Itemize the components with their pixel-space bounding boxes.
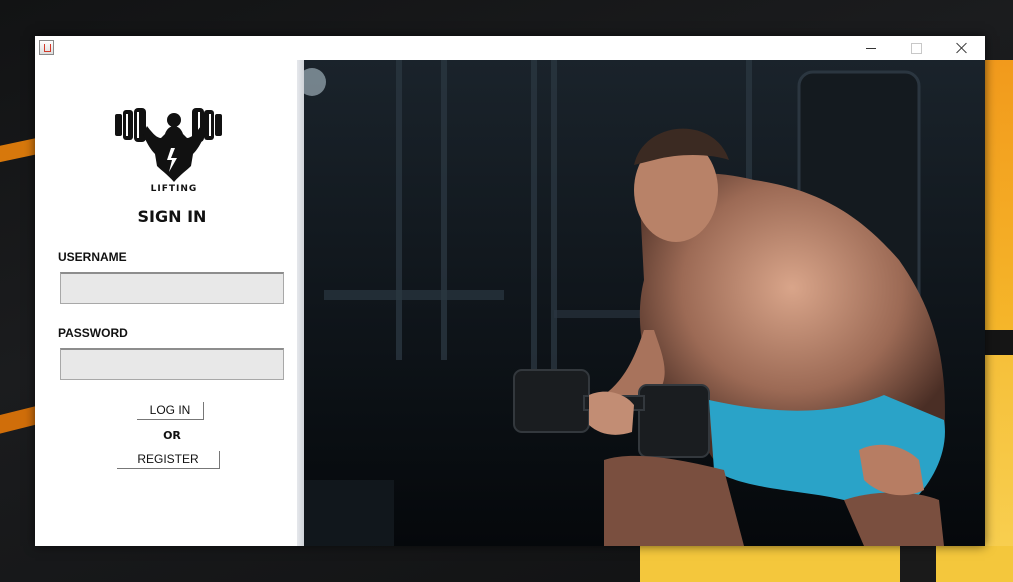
maximize-button[interactable] (893, 36, 939, 60)
logo-text: LIFTING (150, 184, 198, 194)
close-button[interactable] (939, 36, 985, 60)
desktop-stripe (640, 546, 1013, 582)
desktop-block (985, 330, 1013, 355)
password-label: PASSWORD (58, 326, 128, 340)
panel-divider (297, 60, 304, 546)
app-window: LIFTING SIGN IN USERNAME PASSWORD LOG IN… (35, 36, 985, 546)
gym-photo (304, 60, 985, 546)
minimize-button[interactable] (848, 36, 894, 60)
desktop-block (900, 546, 936, 582)
register-button[interactable]: REGISTER (117, 451, 220, 469)
login-button[interactable]: LOG IN (137, 402, 204, 420)
or-separator: OR (163, 429, 181, 442)
bodybuilder-image (304, 60, 985, 546)
page-title: SIGN IN (137, 207, 207, 226)
password-field[interactable] (60, 348, 284, 380)
java-app-icon[interactable] (39, 40, 54, 55)
username-field[interactable] (60, 272, 284, 304)
maximize-icon (910, 42, 922, 54)
title-bar[interactable] (35, 36, 985, 60)
username-label: USERNAME (58, 250, 127, 264)
desktop-stripe (985, 60, 1013, 330)
close-icon (956, 42, 968, 54)
bodybuilder-dumbbell-icon (115, 108, 222, 182)
minimize-icon (866, 47, 876, 49)
lifting-logo: LIFTING (113, 104, 235, 194)
